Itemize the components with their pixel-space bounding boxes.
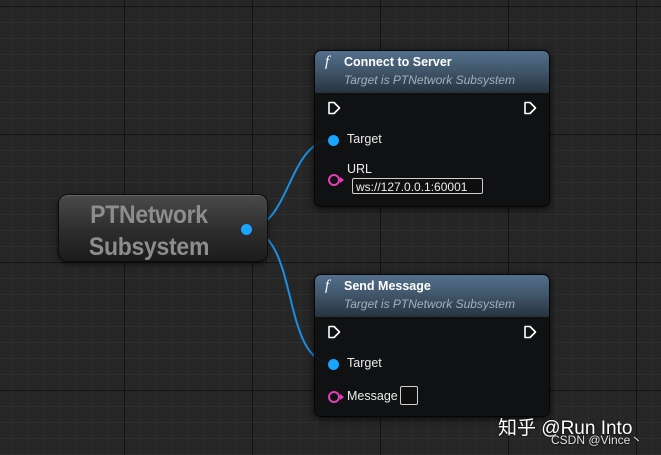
target-input-pin[interactable] [328,359,339,370]
message-field[interactable] [400,386,418,405]
message-input-pin[interactable] [328,391,344,403]
target-pin-label: Target [347,356,382,370]
subsystem-node-title: PTNetwork Subsystem [85,199,214,263]
csdn-watermark: CSDN @Vince丶 [551,433,643,447]
node-header[interactable]: f Send Message Target is PTNetwork Subsy… [315,275,549,318]
exec-input-pin-icon[interactable] [327,325,341,339]
url-input-pin[interactable] [328,174,344,186]
function-icon: f [325,54,330,70]
message-pin-label: Message [347,389,398,403]
subsystem-output-pin[interactable] [241,224,252,235]
url-pin-label: URL [347,162,373,176]
node-title: Connect to Server [344,55,452,69]
node-header[interactable]: f Connect to Server Target is PTNetwork … [315,51,549,94]
node-subtitle: Target is PTNetwork Subsystem [344,297,515,311]
ptnetwork-subsystem-node[interactable]: PTNetwork Subsystem [58,194,268,262]
send-message-node[interactable]: f Send Message Target is PTNetwork Subsy… [314,274,550,417]
target-pin-label: Target [347,132,382,146]
subsystem-title-line2: Subsystem [88,233,210,261]
target-input-pin[interactable] [328,135,339,146]
function-icon: f [325,278,330,294]
url-field[interactable]: ws://127.0.0.1:60001 [352,178,483,194]
subsystem-title-line1: PTNetwork [90,201,208,229]
connect-to-server-node[interactable]: f Connect to Server Target is PTNetwork … [314,50,550,207]
exec-output-pin-icon[interactable] [523,325,537,339]
exec-output-pin-icon[interactable] [523,101,537,115]
exec-input-pin-icon[interactable] [327,101,341,115]
node-title: Send Message [344,279,431,293]
node-subtitle: Target is PTNetwork Subsystem [344,73,515,87]
